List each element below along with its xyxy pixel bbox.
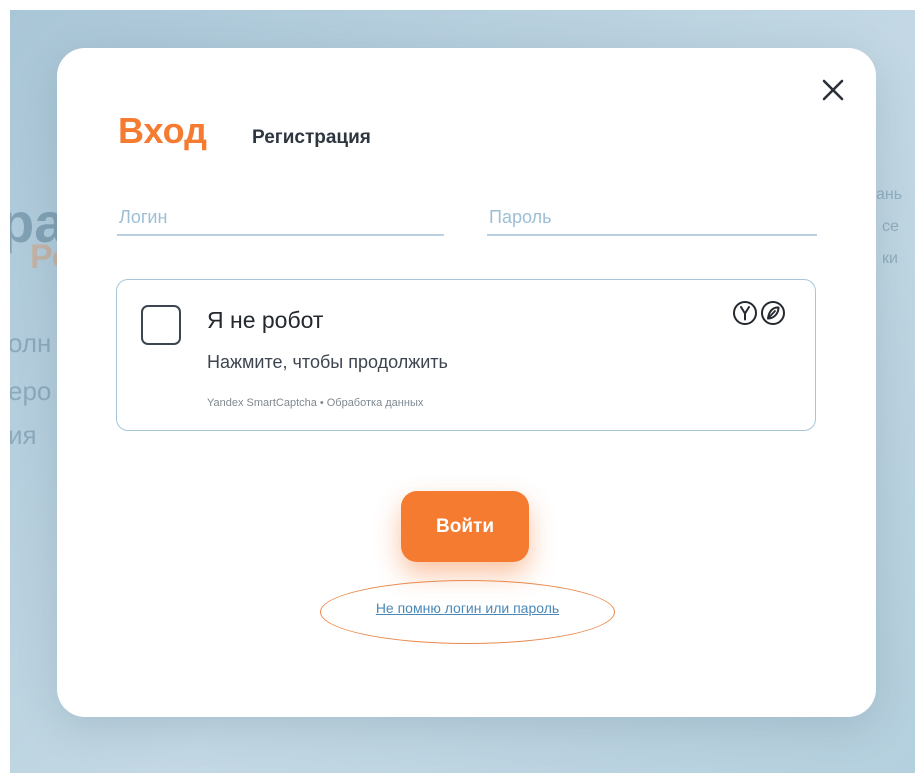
captcha-brand[interactable]: Yandex SmartCaptcha [207,397,317,409]
close-icon [822,79,844,101]
captcha-checkbox[interactable] [141,305,181,345]
background-text: се [882,218,899,235]
background-text: ань [876,186,903,203]
background-text: ия [10,420,37,450]
yandex-y-icon[interactable] [732,300,758,326]
background-text: ки [882,250,898,267]
captcha-footer: Yandex SmartCaptcha • Обработка данных [207,397,423,409]
captcha-title: Я не робот [207,307,324,333]
captcha-widget: Я не робот Нажмите, чтобы продолжить Yan… [116,279,816,431]
close-button[interactable] [819,76,847,104]
login-input[interactable] [117,200,444,236]
captcha-logos [732,300,786,326]
tab-login[interactable]: Вход [118,110,207,152]
captcha-subtitle: Нажмите, чтобы продолжить [207,352,448,372]
login-modal: Вход Регистрация Я не робот Нажмите, что… [57,48,876,717]
tab-register[interactable]: Регистрация [252,127,371,149]
password-input[interactable] [487,200,817,236]
auth-tabs: Вход Регистрация [118,110,371,152]
smartcaptcha-icon[interactable] [760,300,786,326]
background-text: еро [10,376,52,406]
forgot-password-link[interactable]: Не помню логин или пароль [320,600,615,616]
forgot-password-area: Не помню логин или пароль [320,580,615,644]
background-text: олн [10,328,52,358]
captcha-data-processing-link[interactable]: Обработка данных [327,397,424,409]
captcha-footer-separator: • [319,397,324,409]
login-submit-button[interactable]: Войти [401,491,529,562]
